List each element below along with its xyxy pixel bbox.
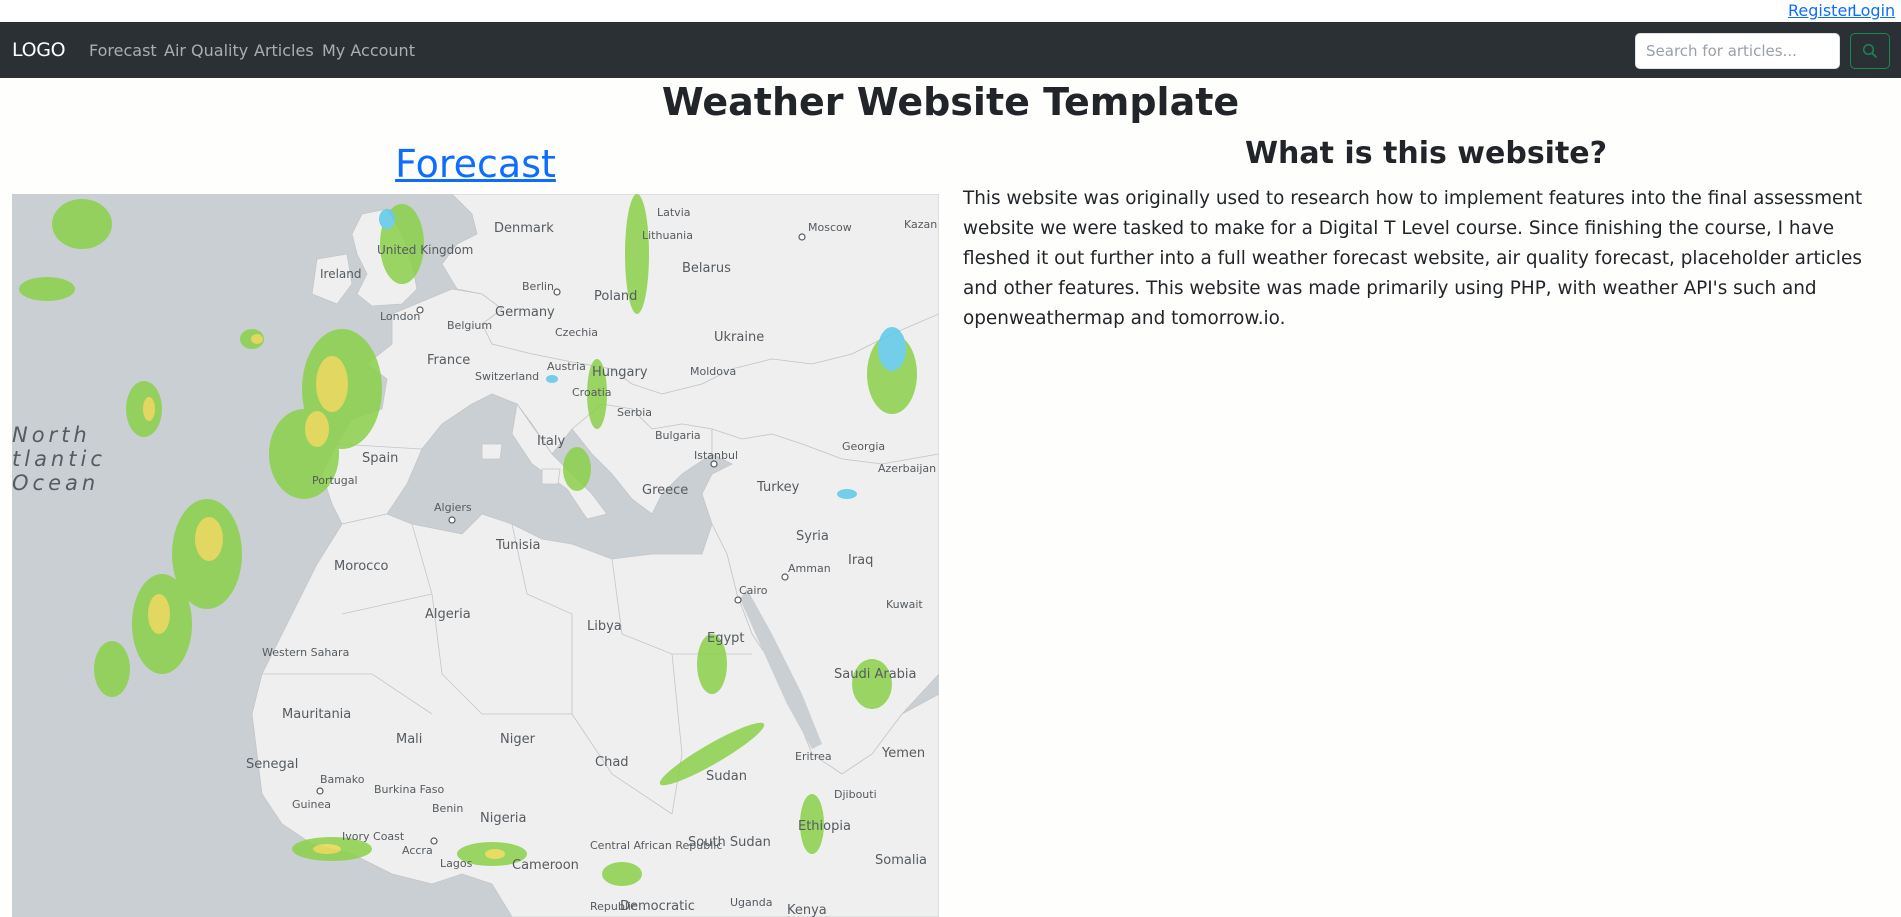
- map-label: Democratic: [620, 899, 695, 914]
- map-label: Germany: [495, 305, 555, 320]
- map-label: Yemen: [881, 746, 925, 761]
- map-label: Morocco: [334, 559, 388, 574]
- map-label: Tunisia: [495, 538, 540, 553]
- nav-link-forecast[interactable]: Forecast: [89, 41, 157, 60]
- map-label: Bulgaria: [655, 429, 701, 442]
- map-label: Senegal: [246, 757, 298, 772]
- map-label: Algiers: [434, 501, 472, 514]
- map-label: Azerbaijan: [878, 462, 936, 475]
- map-label: Istanbul: [694, 449, 738, 462]
- map-label: Greece: [642, 483, 688, 498]
- map-label: Saudi Arabia: [834, 667, 917, 682]
- map-label: Benin: [432, 802, 463, 815]
- map-label: Kenya: [787, 903, 827, 917]
- map-ocean-label-1: North: [12, 423, 91, 447]
- register-link[interactable]: Register: [1788, 1, 1854, 20]
- map-label: Austria: [547, 360, 586, 373]
- login-link[interactable]: Login: [1852, 1, 1895, 20]
- map-label: Eritrea: [795, 750, 832, 763]
- map-label: Italy: [537, 434, 566, 449]
- map-label: Ireland: [320, 267, 362, 281]
- map-label: Georgia: [842, 440, 885, 453]
- article-search-input[interactable]: [1635, 33, 1840, 69]
- map-label: Mali: [396, 732, 422, 747]
- map-label: Ivory Coast: [342, 830, 405, 843]
- map-label: Niger: [500, 732, 536, 747]
- map-canvas: North tlantic Ocean Denmark Latvia Lithu…: [12, 194, 939, 917]
- map-label: Croatia: [572, 386, 612, 399]
- map-label: Uganda: [730, 896, 772, 909]
- map-label: Mauritania: [282, 707, 351, 722]
- about-heading: What is this website?: [1244, 136, 1608, 171]
- top-account-bar: Register Login: [0, 0, 1901, 22]
- map-label: Belgium: [447, 319, 492, 332]
- map-label: London: [380, 310, 420, 323]
- map-label: Ethiopia: [798, 819, 851, 834]
- map-label: Chad: [595, 755, 629, 770]
- map-ocean-label-3: Ocean: [12, 471, 99, 495]
- main-navbar: LOGO Forecast Air Quality Articles My Ac…: [0, 22, 1901, 78]
- map-label: Cameroon: [512, 858, 579, 873]
- forecast-heading-link[interactable]: Forecast: [12, 142, 939, 186]
- map-label: Spain: [362, 451, 398, 466]
- site-logo[interactable]: LOGO: [12, 39, 66, 61]
- map-label: Kuwait: [886, 598, 923, 611]
- map-label: Western Sahara: [262, 646, 349, 659]
- map-label: Lithuania: [642, 229, 693, 242]
- map-label: Poland: [594, 289, 637, 304]
- map-label: Algeria: [425, 607, 471, 622]
- map-label: Accra: [402, 844, 433, 857]
- map-label: United Kingdom: [377, 243, 473, 257]
- map-label: Iraq: [848, 553, 873, 568]
- search-button[interactable]: [1850, 33, 1890, 69]
- map-label: Portugal: [312, 474, 358, 487]
- map-label: Amman: [788, 562, 831, 575]
- map-label: Djibouti: [834, 788, 877, 801]
- map-label: Belarus: [682, 261, 731, 276]
- map-label: Sudan: [706, 769, 747, 784]
- map-ocean-label-2: tlantic: [12, 447, 106, 471]
- map-label: Switzerland: [475, 370, 539, 383]
- map-label: Czechia: [555, 326, 598, 339]
- about-description: This website was originally used to rese…: [963, 188, 1863, 329]
- map-label: Libya: [587, 619, 622, 634]
- map-label: Burkina Faso: [374, 783, 444, 796]
- map-label: Turkey: [756, 480, 800, 495]
- map-label: Hungary: [592, 365, 648, 380]
- map-label: Guinea: [292, 798, 331, 811]
- map-label: Kazan: [904, 218, 937, 231]
- map-label: Berlin: [522, 280, 554, 293]
- map-label: Syria: [796, 529, 829, 544]
- page-title: Weather Website Template: [661, 80, 1240, 124]
- map-label: Cairo: [739, 584, 768, 597]
- nav-link-articles[interactable]: Articles: [254, 41, 314, 60]
- search-icon: [1862, 43, 1877, 58]
- map-label: Moscow: [808, 221, 852, 234]
- map-label: Lagos: [440, 857, 473, 870]
- map-label: South Sudan: [688, 835, 771, 850]
- map-label: Ukraine: [714, 330, 764, 345]
- map-label: Moldova: [690, 365, 736, 378]
- weather-radar-map[interactable]: North tlantic Ocean Denmark Latvia Lithu…: [12, 194, 939, 917]
- map-label: Somalia: [875, 853, 927, 868]
- nav-link-air-quality[interactable]: Air Quality: [164, 41, 248, 60]
- map-label: Bamako: [320, 773, 365, 786]
- map-label: France: [427, 353, 470, 368]
- map-label: Denmark: [494, 221, 554, 236]
- map-label: Egypt: [707, 631, 745, 646]
- map-label: Nigeria: [480, 811, 527, 826]
- map-label: Latvia: [657, 206, 691, 219]
- map-label: Serbia: [617, 406, 652, 419]
- nav-link-my-account[interactable]: My Account: [322, 41, 415, 60]
